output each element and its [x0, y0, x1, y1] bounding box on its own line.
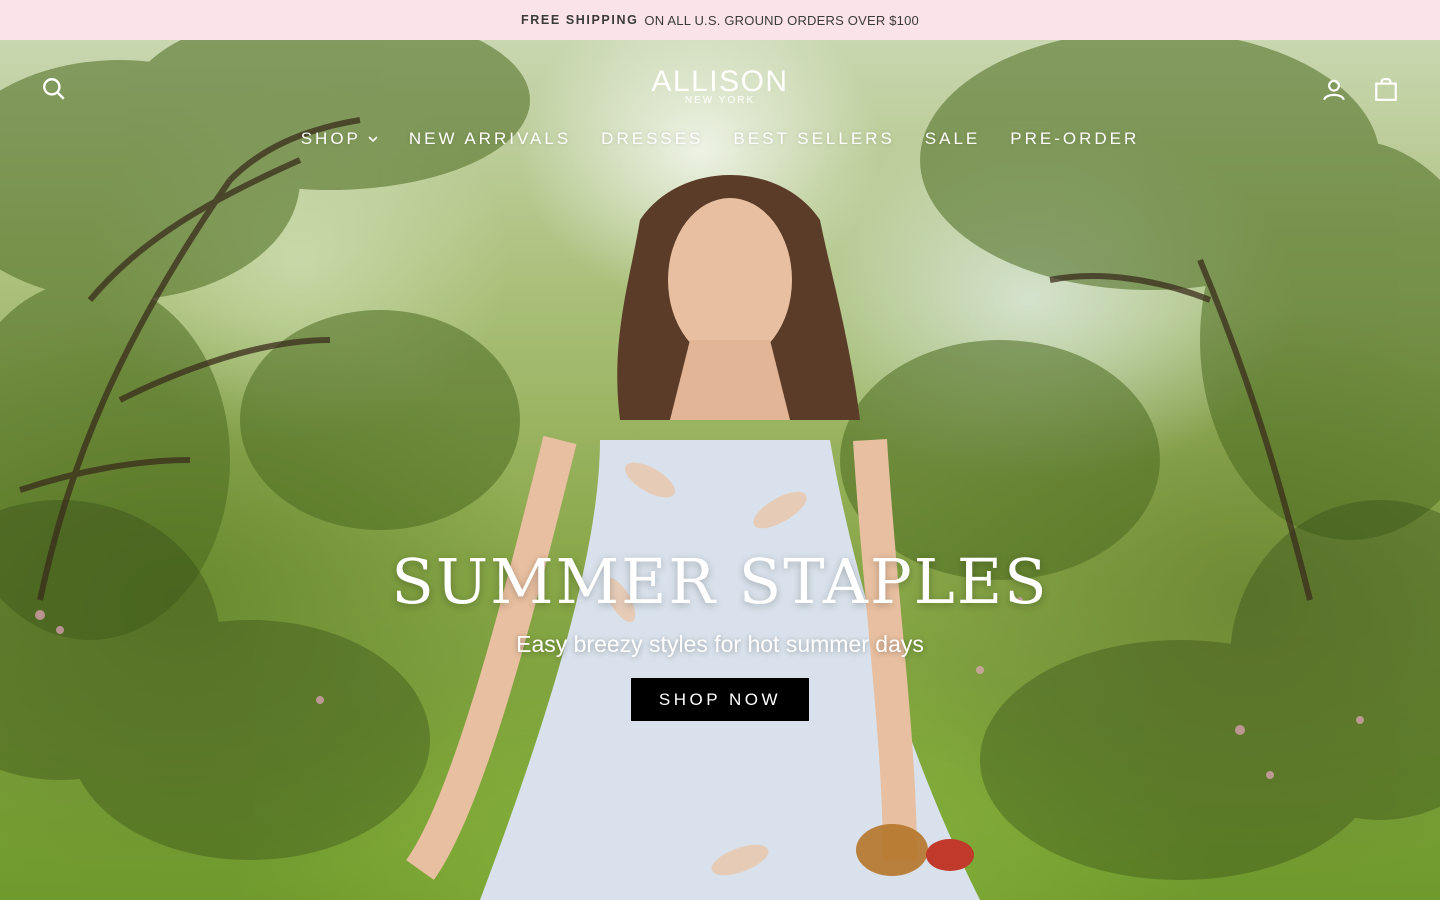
nav-item-pre-order[interactable]: PRE-ORDER [1010, 126, 1139, 152]
announcement-bar: FREE SHIPPING ON ALL U.S. GROUND ORDERS … [0, 0, 1440, 40]
logo-main: ALLISON [651, 65, 789, 98]
announcement-text: ON ALL U.S. GROUND ORDERS OVER $100 [644, 12, 919, 28]
nav-item-shop[interactable]: SHOP [301, 126, 379, 152]
brand-logo[interactable]: ALLISON NEW YORK [620, 66, 820, 106]
logo-sub: NEW YORK [684, 95, 756, 106]
nav-item-label: SALE [924, 129, 981, 148]
search-icon[interactable] [39, 74, 69, 104]
hero-background-image [0, 40, 1440, 900]
cart-icon[interactable] [1371, 74, 1401, 104]
hero-subheadline: Easy breezy styles for hot summer days [516, 631, 924, 657]
nav-item-best-sellers[interactable]: BEST SELLERS [733, 126, 894, 152]
announcement-bold: FREE SHIPPING [521, 13, 639, 27]
nav-item-label: NEW ARRIVALS [408, 129, 572, 148]
nav-item-label: BEST SELLERS [733, 129, 895, 148]
nav-item-new-arrivals[interactable]: NEW ARRIVALS [409, 126, 571, 152]
hero-headline: SUMMER STAPLES [391, 545, 1049, 618]
nav-item-dresses[interactable]: DRESSES [601, 126, 703, 152]
nav-item-label: PRE-ORDER [1010, 129, 1140, 148]
account-icon[interactable] [1319, 75, 1349, 105]
nav-item-sale[interactable]: SALE [925, 126, 980, 152]
nav-item-label: DRESSES [601, 129, 704, 148]
chevron-down-icon [368, 136, 378, 143]
hero-banner[interactable] [0, 40, 1440, 900]
nav-item-label: SHOP [300, 129, 361, 148]
shop-now-button[interactable]: SHOP NOW [631, 678, 809, 721]
main-nav: SHOP NEW ARRIVALS DRESSES BEST SELLERS S… [0, 126, 1440, 152]
